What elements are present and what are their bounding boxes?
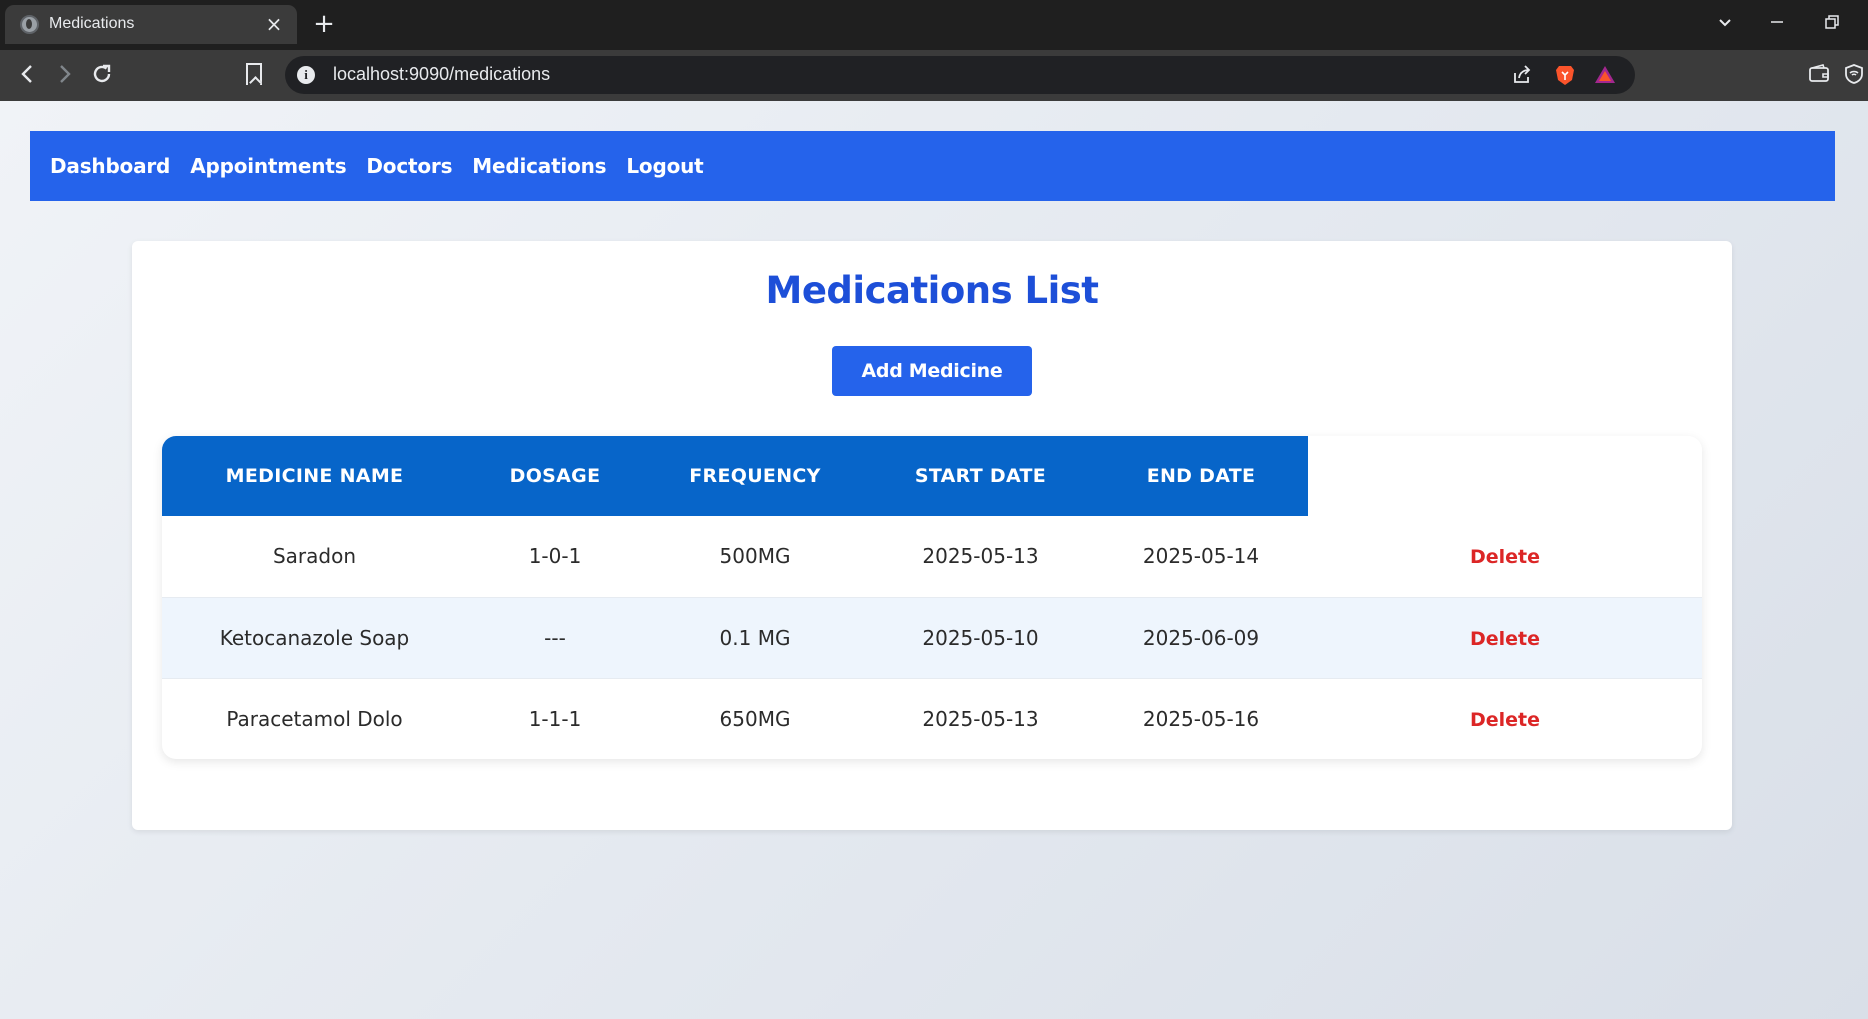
- medications-card: Medications List Add Medicine MEDICINE N…: [132, 241, 1732, 830]
- brave-shields-icon[interactable]: [1553, 63, 1577, 87]
- page-viewport: Dashboard Appointments Doctors Medicatio…: [0, 101, 1868, 1019]
- column-header-medicine-name: MEDICINE NAME: [162, 436, 467, 516]
- top-navbar: Dashboard Appointments Doctors Medicatio…: [30, 131, 1835, 201]
- reload-icon[interactable]: [88, 62, 116, 90]
- medicine-name-cell: Paracetamol Dolo: [226, 706, 403, 731]
- actions-cell: Delete: [1308, 516, 1702, 598]
- forward-arrow-icon[interactable]: [50, 62, 78, 90]
- table-row: Saradon 1-0-1 500MG 2025-05-13 2025-05-1…: [162, 516, 1702, 598]
- restore-icon[interactable]: [1812, 10, 1852, 40]
- table-row: Paracetamol Dolo 1-1-1 650MG 2025-05-13 …: [162, 678, 1702, 759]
- nav-link-medications[interactable]: Medications: [472, 154, 606, 178]
- actions-cell: Delete: [1308, 678, 1702, 759]
- dosage-cell: 1-0-1: [467, 516, 643, 598]
- nav-link-doctors[interactable]: Doctors: [366, 154, 452, 178]
- site-info-icon[interactable]: i: [297, 66, 315, 84]
- globe-icon: [20, 15, 39, 34]
- column-header-frequency: FREQUENCY: [643, 436, 867, 516]
- share-icon[interactable]: [1510, 63, 1534, 87]
- medicine-name-cell: Saradon: [162, 516, 467, 598]
- end-date-cell: 2025-06-09: [1094, 597, 1308, 679]
- dosage-cell: 1-1-1: [528, 706, 582, 731]
- tab-close-icon[interactable]: ×: [261, 11, 287, 37]
- table-header-row: MEDICINE NAME DOSAGE FREQUENCY START DAT…: [162, 436, 1702, 516]
- url-text[interactable]: localhost:9090/medications: [333, 64, 550, 85]
- frequency-cell: 0.1 MG: [643, 597, 867, 679]
- nav-link-logout[interactable]: Logout: [626, 154, 703, 178]
- tab-title: Medications: [49, 15, 135, 32]
- actions-cell: Delete: [1308, 597, 1702, 679]
- browser-toolbar: i localhost:9090/medications: [0, 50, 1868, 101]
- medicine-name-cell: Ketocanazole Soap: [162, 597, 467, 679]
- start-date-cell: 2025-05-10: [867, 597, 1094, 679]
- brave-rewards-icon[interactable]: [1593, 63, 1617, 87]
- vpn-shield-icon[interactable]: [1840, 62, 1868, 90]
- address-bar[interactable]: i localhost:9090/medications: [285, 56, 1635, 94]
- delete-button[interactable]: Delete: [1470, 628, 1540, 650]
- browser-tab[interactable]: Medications ×: [5, 5, 297, 44]
- browser-tabstrip: Medications × +: [0, 0, 1868, 50]
- end-date-cell: 2025-05-16: [1142, 706, 1260, 731]
- frequency-cell: 650MG: [719, 706, 791, 731]
- minimize-icon[interactable]: [1757, 10, 1797, 40]
- column-header-dosage: DOSAGE: [467, 436, 643, 516]
- start-date-cell: 2025-05-13: [922, 706, 1039, 731]
- new-tab-button[interactable]: +: [310, 9, 338, 39]
- back-arrow-icon[interactable]: [14, 62, 42, 90]
- nav-link-dashboard[interactable]: Dashboard: [50, 154, 170, 178]
- column-header-actions: [1308, 436, 1702, 516]
- delete-button[interactable]: Delete: [1470, 546, 1540, 568]
- add-medicine-button[interactable]: Add Medicine: [832, 346, 1032, 396]
- end-date-cell: 2025-05-14: [1094, 516, 1308, 598]
- column-header-start-date: START DATE: [867, 436, 1094, 516]
- frequency-cell: 500MG: [643, 516, 867, 598]
- start-date-cell: 2025-05-13: [867, 516, 1094, 598]
- bookmark-icon[interactable]: [246, 63, 262, 85]
- dosage-cell: ---: [467, 597, 643, 679]
- delete-button[interactable]: Delete: [1470, 709, 1540, 731]
- nav-link-appointments[interactable]: Appointments: [190, 154, 346, 178]
- medications-table: MEDICINE NAME DOSAGE FREQUENCY START DAT…: [162, 436, 1702, 759]
- wallet-icon[interactable]: [1805, 62, 1833, 90]
- column-header-end-date: END DATE: [1094, 436, 1308, 516]
- page-title: Medications List: [765, 269, 1100, 312]
- table-row: Ketocanazole Soap --- 0.1 MG 2025-05-10 …: [162, 597, 1702, 679]
- tab-search-chevron-icon[interactable]: [1705, 10, 1745, 40]
